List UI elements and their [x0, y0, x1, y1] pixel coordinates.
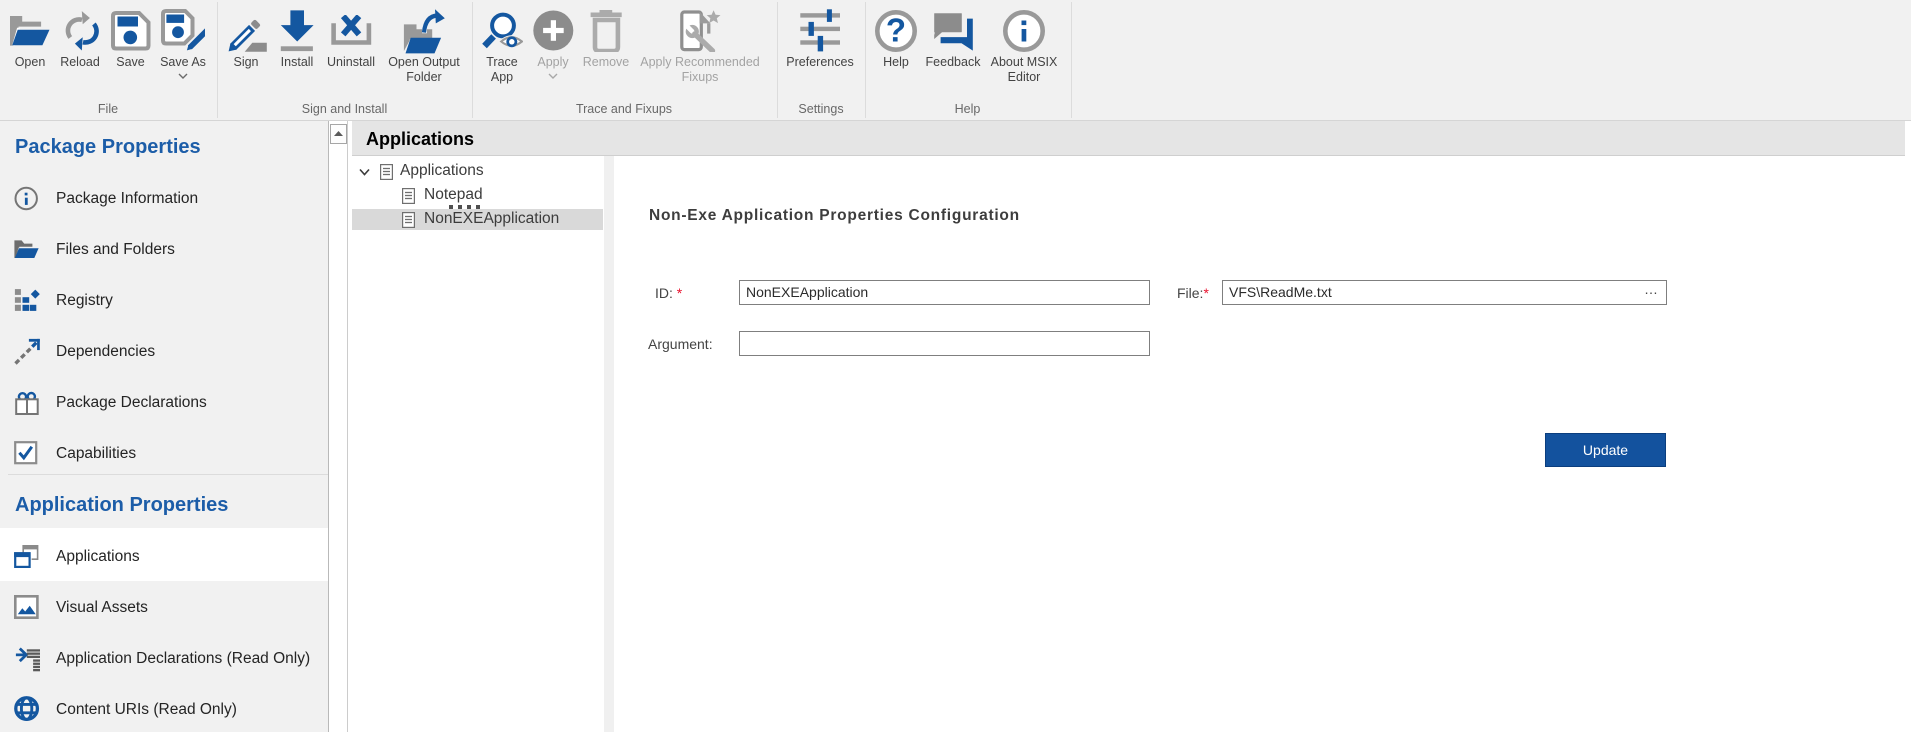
svg-text:?: ?	[886, 11, 906, 48]
